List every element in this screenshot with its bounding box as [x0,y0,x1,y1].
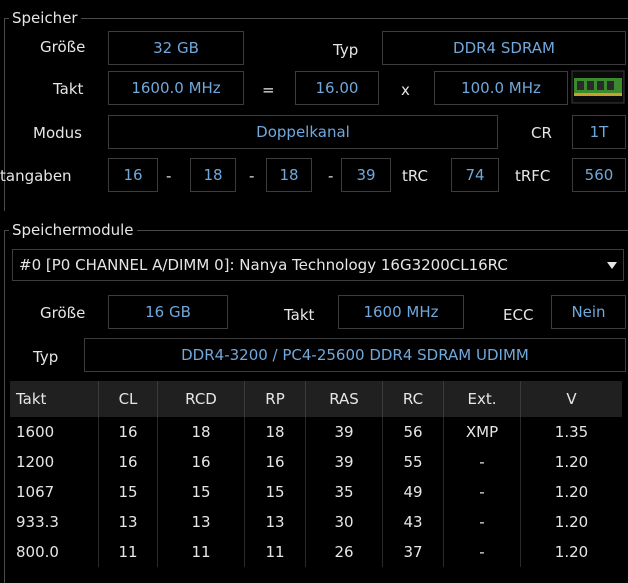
cell-rp: 15 [244,477,306,507]
cr-label: CR [531,124,552,142]
cell-ras: 26 [305,537,383,567]
module-select-value: #0 [P0 CHANNEL A/DIMM 0]: Nanya Technolo… [19,256,508,274]
table-row: 1067 15 15 15 35 49 - 1.20 [10,477,622,507]
table-row: 933.3 13 13 13 30 43 - 1.20 [10,507,622,537]
cell-v: 1.20 [554,513,589,531]
dash-3: - [328,167,334,185]
cell-rcd: 11 [157,537,245,567]
module-takt-value: 1600 MHz [338,295,464,329]
col-header-v[interactable]: V [520,381,622,417]
cell-takt: 800.0 [10,537,99,567]
speicher-group-title: Speicher [9,9,81,27]
cell-v: 1.35 [554,423,589,441]
cell-takt: 933.3 [10,507,99,537]
cell-rc: 37 [382,537,444,567]
module-typ-value: DDR4-3200 / PC4-25600 DDR4 SDRAM UDIMM [84,338,626,372]
cell-rp: 13 [244,507,306,537]
table-row: 1200 16 16 16 39 55 - 1.20 [10,447,622,477]
modus-label: Modus [33,124,82,142]
col-header-ext[interactable]: Ext. [443,381,521,417]
timing-rcd: 18 [190,158,236,192]
cell-rcd: 13 [157,507,245,537]
cell-rp: 11 [244,537,306,567]
cell-takt: 1600 [10,417,99,447]
ecc-value: Nein [551,295,626,329]
cell-ext: - [443,447,521,477]
cell-rc: 49 [382,477,444,507]
table-row: 1600 16 18 18 39 56 XMP 1.35 [10,417,622,447]
cell-ext: - [443,537,521,567]
chevron-down-icon[interactable] [607,262,617,269]
typ-label: Typ [333,41,359,59]
timings-label: tangaben [0,167,72,185]
cell-rc: 43 [382,507,444,537]
module-select-dropdown[interactable]: #0 [P0 CHANNEL A/DIMM 0]: Nanya Technolo… [12,249,624,281]
module-typ-label: Typ [33,348,59,366]
col-header-rcd[interactable]: RCD [157,381,245,417]
groesse-value: 32 GB [108,31,244,65]
typ-value: DDR4 SDRAM [382,31,626,65]
cell-rp: 18 [244,417,306,447]
cell-v: 1.20 [554,453,589,471]
cell-rc: 55 [382,447,444,477]
col-header-takt[interactable]: Takt [10,381,99,417]
table-header-row: Takt CL RCD RP RAS RC Ext. V [10,381,622,417]
ram-module-icon [571,70,625,104]
timing-ras: 39 [341,158,391,192]
dash-1: - [166,167,172,185]
dash-2: - [249,167,255,185]
col-header-ras[interactable]: RAS [305,381,383,417]
cell-rcd: 18 [157,417,245,447]
takt-value: 1600.0 MHz [108,71,244,105]
cell-ext: - [443,477,521,507]
timings-table: Takt CL RCD RP RAS RC Ext. V 1600 16 18 … [10,381,622,567]
timing-cl: 16 [108,158,158,192]
col-header-rc[interactable]: RC [382,381,444,417]
cell-cl: 16 [98,417,158,447]
module-takt-label: Takt [284,306,315,324]
trfc-value: 560 [572,158,626,192]
trfc-label: tRFC [515,167,551,185]
groesse-label: Größe [40,38,86,56]
equals-sign: = [262,81,275,99]
cell-rp: 16 [244,447,306,477]
cell-ras: 39 [305,417,383,447]
trc-value: 74 [451,158,499,192]
cell-rcd: 15 [157,477,245,507]
modus-value: Doppelkanal [108,115,498,149]
module-group-title: Speichermodule [9,221,137,239]
module-groesse-value: 16 GB [108,295,228,329]
ecc-label: ECC [503,306,534,324]
cell-cl: 16 [98,447,158,477]
cell-v: 1.20 [554,483,589,501]
times-sign: x [401,81,410,99]
cell-takt: 1067 [10,477,99,507]
base-clock-value: 100.0 MHz [434,71,568,105]
cell-v: 1.20 [554,543,589,561]
cell-ras: 35 [305,477,383,507]
cell-ext: XMP [443,417,521,447]
timing-rp: 18 [266,158,312,192]
table-row: 800.0 11 11 11 26 37 - 1.20 [10,537,622,567]
cell-cl: 13 [98,507,158,537]
col-header-cl[interactable]: CL [98,381,158,417]
cr-value: 1T [572,115,626,149]
cell-rc: 56 [382,417,444,447]
cell-takt: 1200 [10,447,99,477]
cell-cl: 11 [98,537,158,567]
multiplier-value: 16.00 [295,71,379,105]
cell-ext: - [443,507,521,537]
col-header-rp[interactable]: RP [244,381,306,417]
cell-rcd: 16 [157,447,245,477]
module-groesse-label: Größe [40,304,86,322]
takt-label: Takt [53,80,84,98]
cell-ras: 39 [305,447,383,477]
trc-label: tRC [402,167,429,185]
cell-cl: 15 [98,477,158,507]
cell-ras: 30 [305,507,383,537]
